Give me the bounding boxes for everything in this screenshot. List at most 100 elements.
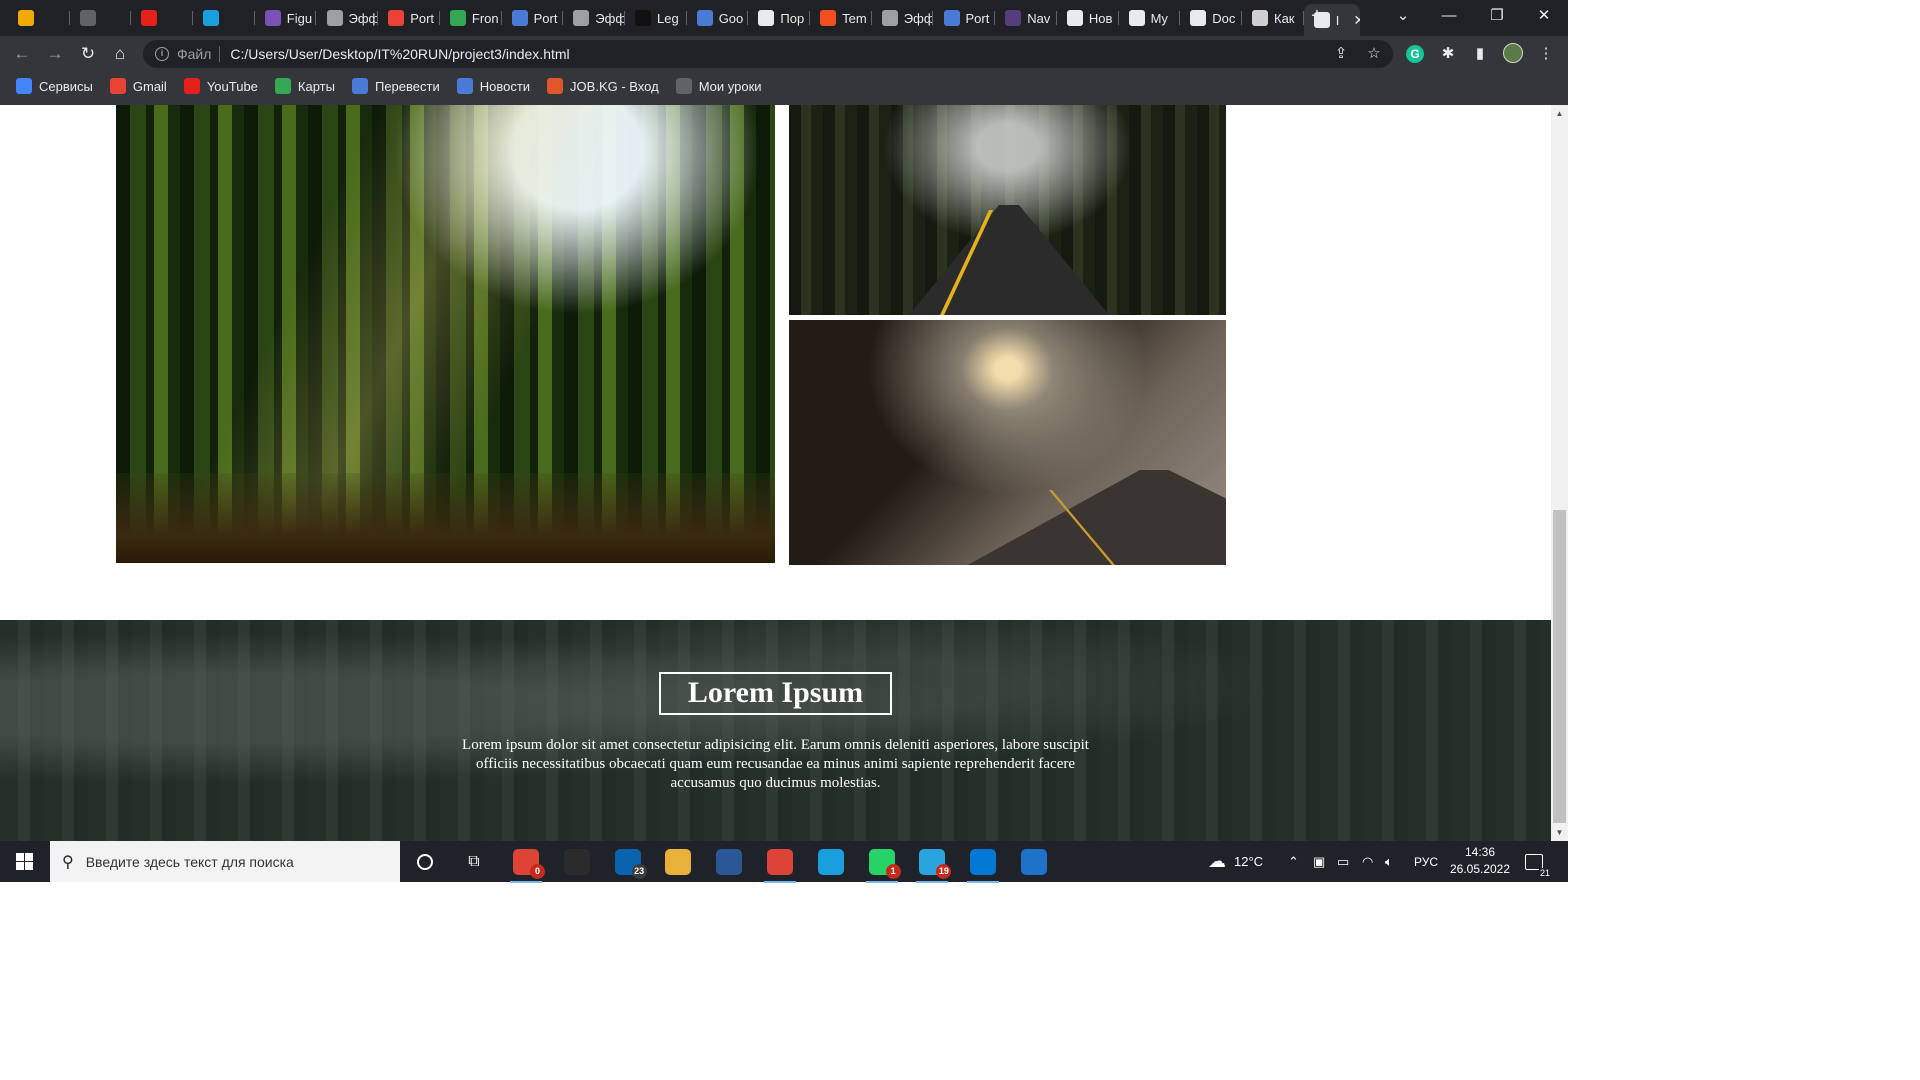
meet-now-icon[interactable]: ▣ [1313, 841, 1325, 882]
weather-widget[interactable]: ☁ 12°C [1208, 841, 1263, 882]
browser-tab[interactable]: My [1119, 4, 1181, 32]
browser-tab[interactable]: Figu [255, 4, 317, 32]
bookmark-item[interactable]: Перевести [351, 78, 440, 94]
taskbar-app-vscode[interactable] [963, 846, 1003, 883]
browser-tab[interactable] [193, 4, 255, 32]
close-tab-icon[interactable]: ✕ [1353, 12, 1359, 29]
close-window-button[interactable]: ✕ [1521, 4, 1567, 28]
taskbar-search-box[interactable]: ⚲ Введите здесь текст для поиска [50, 841, 400, 882]
side-panel-icon[interactable]: ▮ [1469, 43, 1491, 65]
back-arrow-icon[interactable]: ← [8, 40, 36, 68]
scroll-down-arrow-icon[interactable]: ▼ [1551, 824, 1568, 841]
edge-icon [817, 849, 844, 875]
road-shape [967, 470, 1226, 565]
globe-icon [758, 10, 775, 26]
windows-taskbar: ⚲ Введите здесь текст для поиска ⧉ ☁ 12°… [0, 841, 1568, 883]
taskbar-app-photos[interactable] [1014, 846, 1054, 878]
bookmark-item[interactable]: Новости [456, 78, 530, 94]
browser-tab[interactable]: Нов [1057, 4, 1119, 32]
scroll-up-arrow-icon[interactable]: ▲ [1551, 105, 1568, 122]
browser-tab[interactable] [131, 4, 194, 32]
taskbar-app-whatsapp[interactable]: 1 [862, 846, 902, 883]
browser-tab[interactable]: Как [1242, 4, 1304, 32]
minimize-button[interactable]: — [1426, 4, 1472, 28]
tray-overflow-chevron-icon[interactable]: ⌃ [1288, 841, 1299, 882]
browser-tab[interactable] [8, 4, 70, 32]
css-icon [573, 10, 590, 26]
address-url[interactable]: C:/Users/User/Desktop/IT%20RUN/project3/… [230, 46, 569, 62]
browser-tab-label: Port [965, 10, 990, 26]
site-info-icon[interactable]: i [155, 47, 169, 61]
grammarly-icon[interactable]: G [1404, 43, 1426, 65]
bookmark-star-icon[interactable]: ☆ [1363, 43, 1385, 65]
bookmark-label: JOB.KG - Вход [570, 78, 659, 94]
cortana-icon[interactable] [405, 846, 445, 878]
battery-icon[interactable]: ▭ [1337, 841, 1349, 882]
bookmark-item[interactable]: Мои уроки [675, 78, 762, 94]
browser-tab[interactable] [70, 4, 132, 32]
notification-center-icon[interactable]: 21 [1525, 841, 1551, 882]
profile-avatar[interactable] [1502, 43, 1524, 65]
browser-tab[interactable]: Leg [625, 4, 687, 32]
forward-arrow-icon[interactable]: → [41, 40, 69, 68]
reload-icon[interactable]: ↻ [74, 40, 102, 68]
new-tab-button[interactable]: + [1305, 5, 1329, 29]
taskbar-app-mail[interactable]: 23 [608, 846, 648, 879]
bookmark-item[interactable]: JOB.KG - Вход [547, 78, 659, 94]
browser-tab-label: Leg [657, 10, 679, 26]
browser-tab[interactable]: Эфф [563, 4, 625, 32]
bookmark-item[interactable]: Gmail [109, 78, 167, 94]
browser-tab[interactable]: Port [378, 4, 440, 32]
system-clock[interactable]: 14:36 26.05.2022 [1448, 844, 1512, 878]
page-scrollbar[interactable]: ▲ ▼ [1551, 105, 1568, 841]
browser-tab[interactable]: Пор [748, 4, 811, 32]
taskbar-app-explorer[interactable] [658, 846, 698, 878]
tab-search-chevron-icon[interactable]: ⌄ [1380, 4, 1426, 28]
address-bar[interactable]: i Файл C:/Users/User/Desktop/IT%20RUN/pr… [143, 40, 1393, 68]
translate-icon [351, 78, 368, 94]
browser-tab[interactable]: Fron [440, 4, 502, 32]
browser-tab[interactable]: Port [502, 4, 564, 32]
taskbar-app-chrome[interactable] [760, 846, 800, 883]
browser-tab[interactable]: Nav [995, 4, 1057, 32]
drive-icon [449, 10, 466, 26]
browser-tab[interactable]: Tem [810, 4, 872, 32]
scroll-thumb[interactable] [1553, 510, 1566, 823]
browser-tab[interactable]: Goo [687, 4, 749, 32]
mail-icon: 23 [614, 849, 647, 879]
youtube-icon [183, 78, 200, 94]
language-indicator[interactable]: РУС [1414, 841, 1438, 882]
taskbar-app-telegram[interactable]: 19 [912, 846, 952, 883]
taskbar-app-chrome-profile[interactable]: 0 [506, 846, 546, 883]
browser-tab[interactable]: Эфф [872, 4, 934, 32]
menu-kebab-icon[interactable]: ⋮ [1535, 43, 1557, 65]
volume-icon[interactable]: 🔈︎ [1385, 841, 1393, 882]
bookmark-item[interactable]: YouTube [183, 78, 258, 94]
browser-tab-label: Goo [718, 10, 744, 26]
translate-icon [696, 10, 713, 26]
whatsapp-icon: 1 [868, 849, 901, 879]
browser-tab-label: Port [533, 10, 558, 26]
task-view-icon[interactable]: ⧉ [454, 846, 494, 878]
search-icon: ⚲ [62, 853, 74, 871]
bookmark-item[interactable]: Сервисы [16, 78, 93, 94]
home-icon[interactable]: ⌂ [106, 40, 134, 68]
taskbar-app-edge[interactable] [811, 846, 851, 878]
start-button[interactable] [0, 841, 48, 882]
notification-count-badge: 21 [1538, 867, 1551, 878]
profile-icon [511, 10, 528, 26]
news-icon [456, 78, 473, 94]
profile-icon [943, 10, 960, 26]
browser-tab[interactable]: Port [934, 4, 996, 32]
browser-tab[interactable]: Эфф [317, 4, 379, 32]
extensions-puzzle-icon[interactable]: ✱ [1437, 43, 1459, 65]
browser-tab-label: Fron [471, 10, 499, 26]
share-icon[interactable]: ⇪ [1330, 43, 1352, 65]
restore-button[interactable]: ❐ [1474, 4, 1520, 28]
wifi-icon[interactable]: ◠ [1362, 841, 1373, 882]
browser-tab[interactable]: Doc [1180, 4, 1242, 32]
browser-tab-label: Nav [1027, 10, 1051, 26]
bookmark-item[interactable]: Карты [274, 78, 335, 94]
taskbar-app-store[interactable] [557, 846, 597, 878]
taskbar-app-word[interactable] [709, 846, 749, 878]
